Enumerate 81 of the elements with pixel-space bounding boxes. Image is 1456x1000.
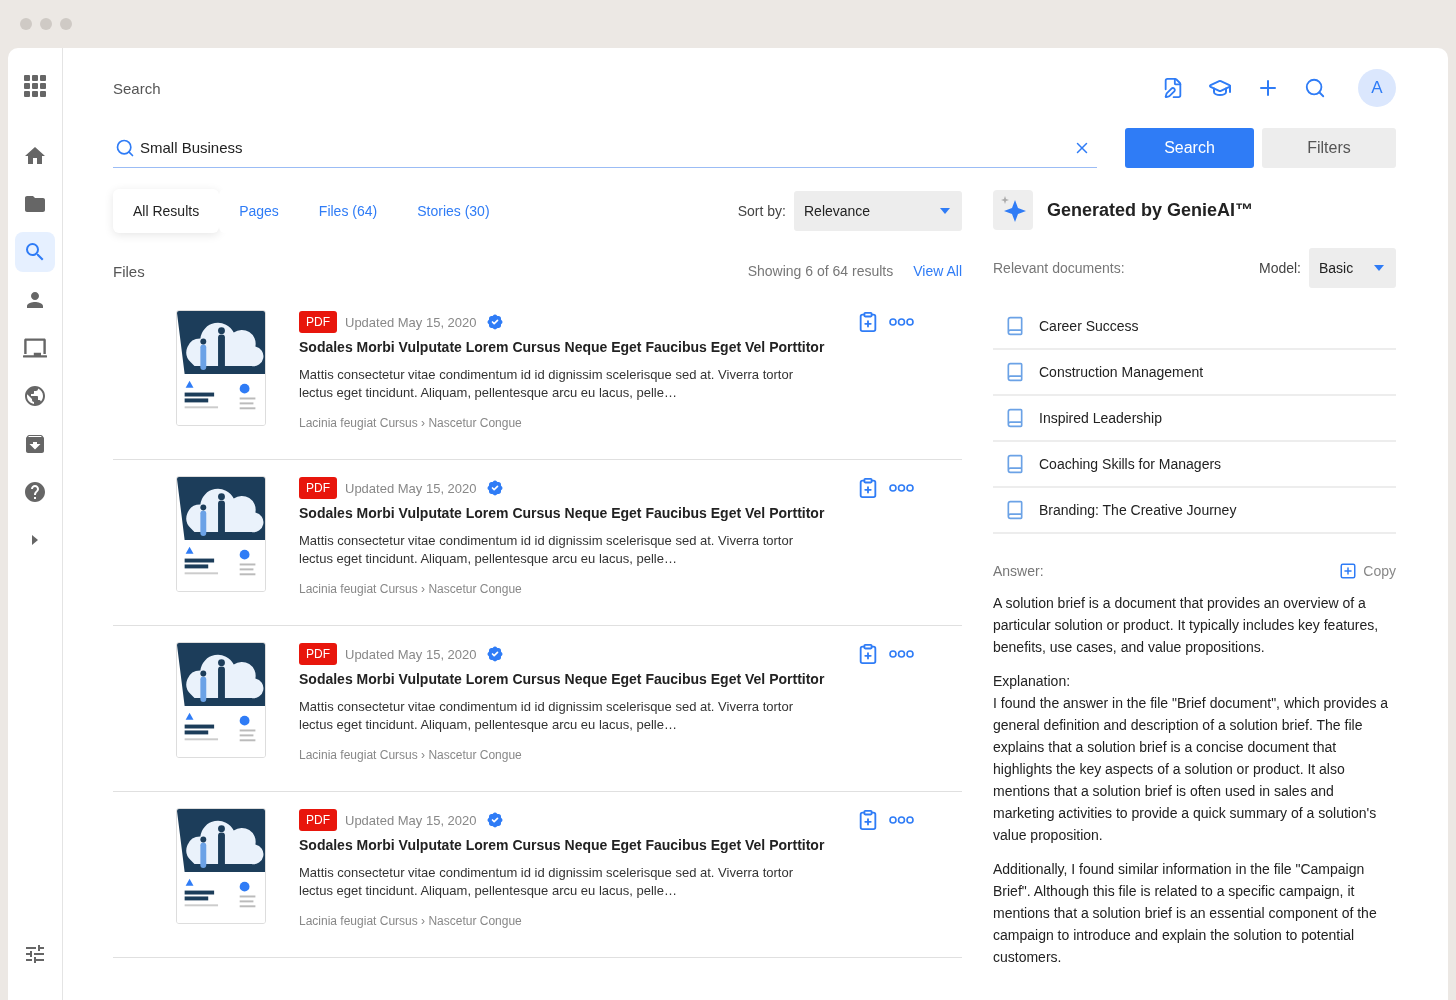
book-icon [1005,454,1025,474]
model-label: Model: [1258,260,1301,276]
answer-text: A solution brief is a document that provides an overview of a particular solution or product. It typically includes key features, benefits, use cases, and value propositions. [993,594,1380,657]
sliders-icon [23,942,47,966]
book-icon [1005,316,1025,336]
more-icon[interactable] [889,484,914,492]
panel-title: Generated by GenieAI™ [1047,199,1254,221]
clipboard-plus-icon [857,311,879,333]
document-item[interactable]: Coaching Skills for Managers [993,442,1396,488]
search-icon [115,138,135,158]
results-count: Showing 6 of 64 results [747,263,894,279]
expand-arrow-icon [32,535,38,545]
document-item[interactable]: Construction Management [993,350,1396,396]
breadcrumb: Lacinia feugiat Cursus › Nascetur Congue [299,582,523,596]
more-icon[interactable] [889,816,914,824]
model-dropdown[interactable]: Basic [1309,248,1396,288]
copy-button[interactable]: Copy [1339,562,1396,580]
add-to-collection-button[interactable] [857,809,879,831]
book-icon [1005,408,1025,428]
result-title[interactable]: Sodales Morbi Vulputate Lorem Cursus Neque Eget Faucibus Eget Vel Porttitor [299,504,962,522]
globe-icon [23,384,47,408]
tab[interactable]: All Results [113,189,220,233]
file-type-badge: PDF [299,643,337,665]
app-grid-icon [24,75,46,97]
file-type-badge: PDF [299,477,337,499]
file-pen-button[interactable] [1162,77,1184,99]
result-description: Mattis consectetur vitae condimentum id id dignissim scelerisque sed at. Viverra tortor lectus eget tincidunt. Aliquam, pellentesque arcu eu lacus, pelle… [299,532,794,568]
result-description: Mattis consectetur vitae condimentum id id dignissim scelerisque sed at. Viverra tortor lectus eget tincidunt. Aliquam, pellentesque arcu eu lacus, pelle… [299,366,794,402]
result-description: Mattis consectetur vitae condimentum id id dignissim scelerisque sed at. Viverra tortor lectus eget tincidunt. Aliquam, pellentesque arcu eu lacus, pelle… [299,864,794,900]
add-to-collection-button[interactable] [857,477,879,499]
answer-text: Additionally, I found similar information in the file "Campaign Brief". Although this file is related to a specific campaign, it mentions that a solution brief is an essential component of the campaign to introduce and explain the solution to potential customers. [993,860,1378,967]
view-all-link[interactable]: View All [913,263,962,279]
window-dot [40,18,52,30]
sparkle-icon [993,190,1033,230]
result-title[interactable]: Sodales Morbi Vulputate Lorem Cursus Neque Eget Faucibus Eget Vel Porttitor [299,670,962,688]
filters-button[interactable]: Filters [1262,128,1396,168]
document-item[interactable]: Career Success [993,304,1396,350]
relevant-label: Relevant documents: [993,260,1125,276]
updated-date: Updated May 15, 2020 [345,314,477,330]
result-title[interactable]: Sodales Morbi Vulputate Lorem Cursus Neque Eget Faucibus Eget Vel Porttitor [299,836,962,854]
search-field[interactable]: Small Business [113,128,1097,168]
sidebar-item[interactable] [15,232,55,272]
file-type-badge: PDF [299,809,337,831]
updated-date: Updated May 15, 2020 [345,480,477,496]
answer-text: I found the answer in the file "Brief document", which provides a general definition and description of a solution brief. The file explains that a solution brief is a concise document that highlights the key aspects of a solution or product. It also mentions that a solution brief is often used in sales and marketing activities to provide a quick summary of a solution's value proposition. [993,694,1390,845]
book-icon [1005,500,1025,520]
page-title: Search [113,79,161,97]
search-button[interactable]: Search [1125,128,1254,168]
updated-date: Updated May 15, 2020 [345,812,477,828]
add-to-collection-button[interactable] [857,311,879,333]
sort-dropdown[interactable]: Relevance [794,191,962,231]
file-type-badge: PDF [299,311,337,333]
breadcrumb: Lacinia feugiat Cursus › Nascetur Congue [299,914,523,928]
clipboard-plus-icon [857,643,879,665]
window-dot [20,18,32,30]
document-item[interactable]: Branding: The Creative Journey [993,488,1396,534]
archive-icon [23,432,47,456]
more-icon[interactable] [889,650,914,658]
copy-icon [1339,562,1358,580]
search-button[interactable] [1304,77,1326,99]
add-to-collection-button[interactable] [857,643,879,665]
answer-label: Answer: [993,563,1044,579]
caret-icon [1374,265,1384,271]
document-item[interactable]: Inspired Leadership [993,396,1396,442]
help-icon [23,480,47,504]
result-title[interactable]: Sodales Morbi Vulputate Lorem Cursus Neque Eget Faucibus Eget Vel Porttitor [299,338,962,356]
window-dot [60,18,72,30]
breadcrumb: Lacinia feugiat Cursus › Nascetur Congue [299,416,523,430]
updated-date: Updated May 15, 2020 [345,646,477,662]
book-icon [1005,362,1025,382]
answer-text: Explanation: [993,672,1072,691]
more-icon[interactable] [889,318,914,326]
search-icon [1304,77,1326,99]
caret-icon [940,208,950,214]
section-title: Files [113,262,145,280]
result-description: Mattis consectetur vitae condimentum id id dignissim scelerisque sed at. Viverra tortor lectus eget tincidunt. Aliquam, pellentesque arcu eu lacus, pelle… [299,698,794,734]
clipboard-plus-icon [857,477,879,499]
breadcrumb: Lacinia feugiat Cursus › Nascetur Congue [299,748,523,762]
sort-label: Sort by: [737,203,786,219]
file-pen-icon [1162,77,1184,99]
clipboard-plus-icon [857,809,879,831]
